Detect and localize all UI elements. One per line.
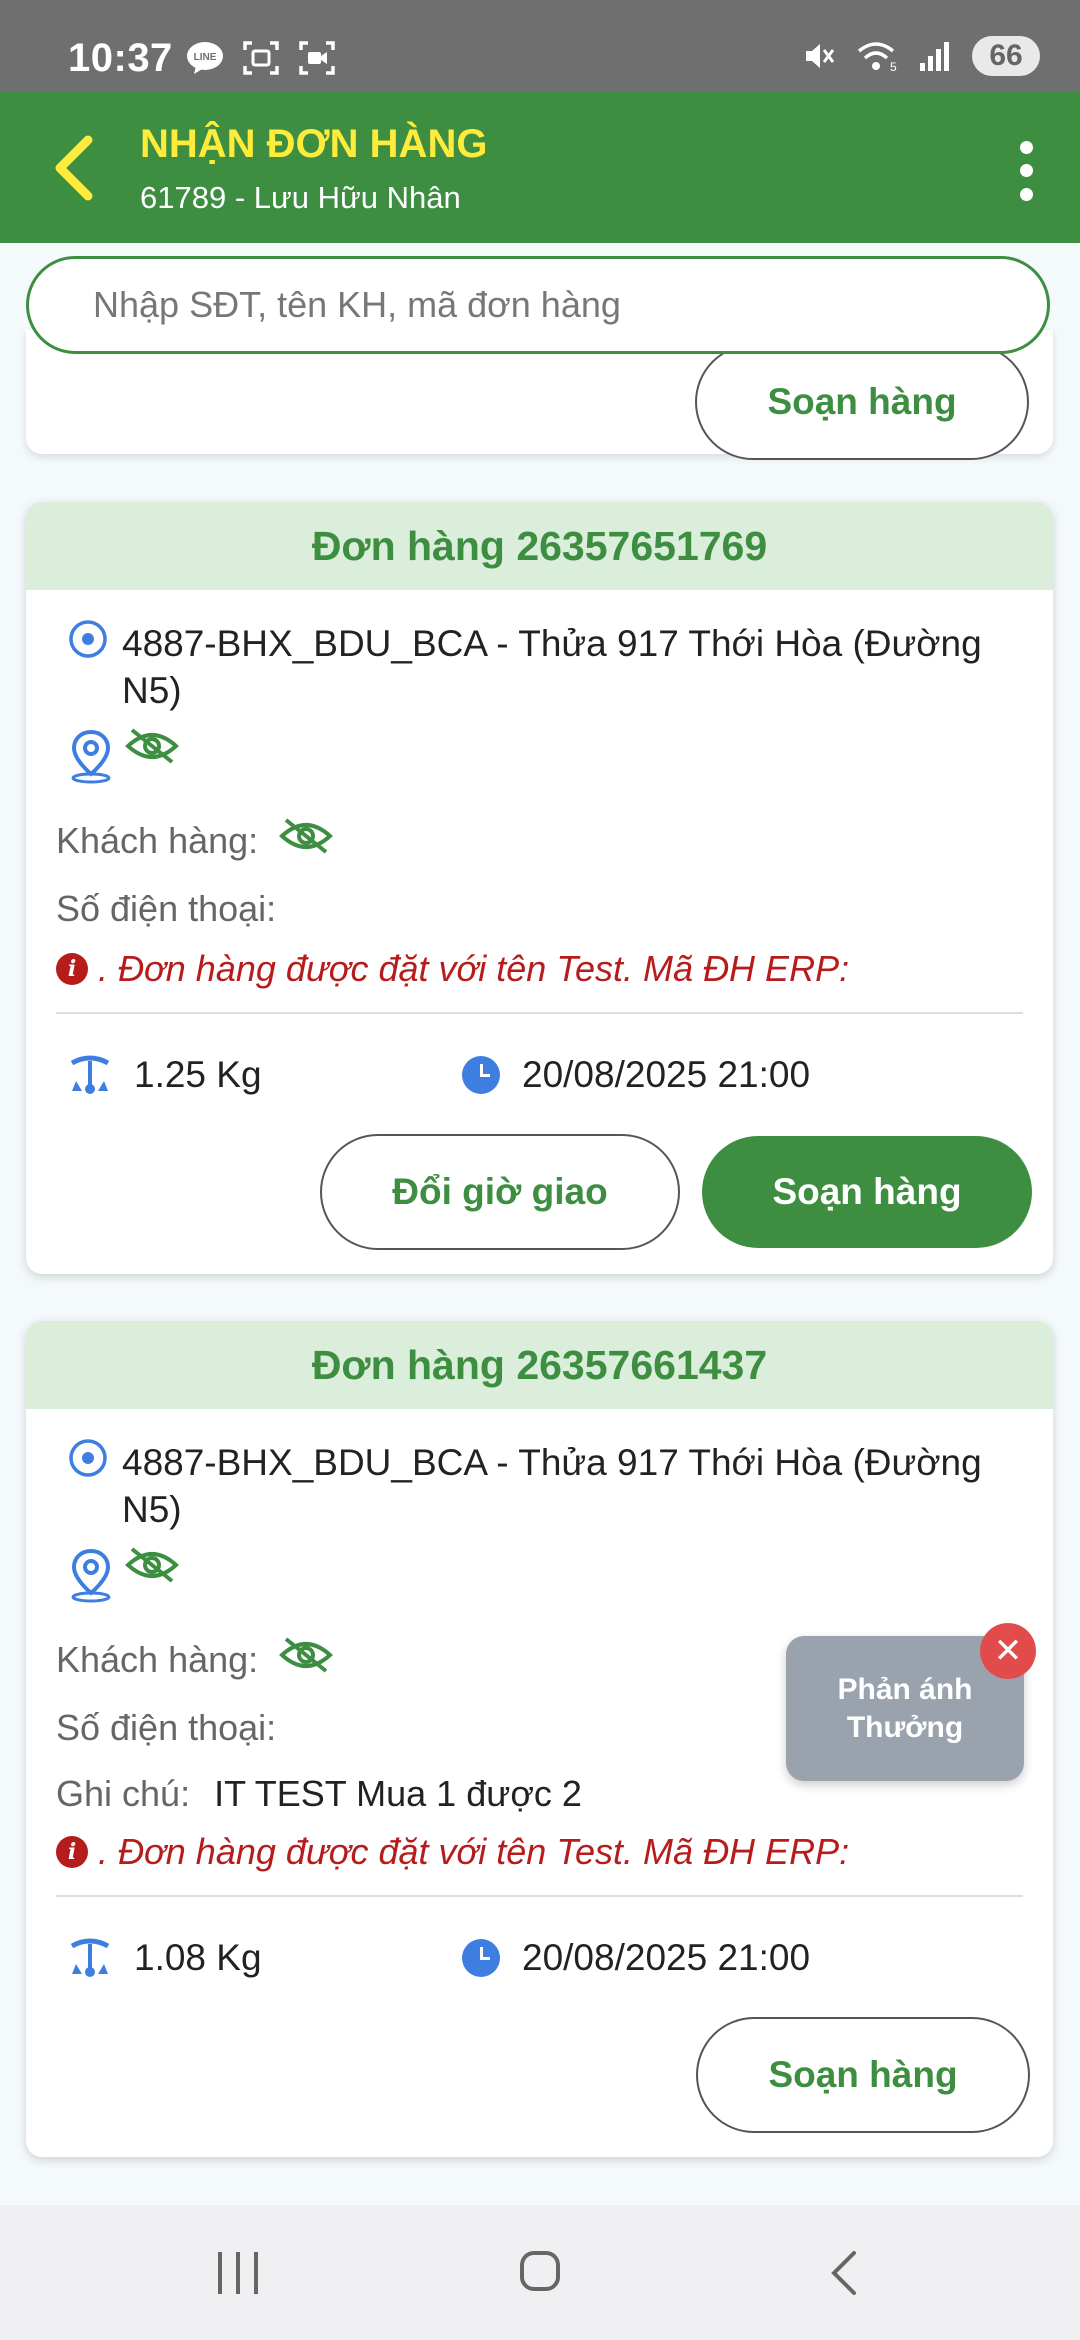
store-target-icon	[69, 1439, 107, 1477]
wifi-icon: 5	[857, 42, 897, 73]
customer-label: Khách hàng:	[56, 1639, 259, 1680]
info-icon: i	[56, 953, 88, 985]
feedback-line2: Thưởng	[846, 1710, 964, 1744]
scale-icon	[70, 1055, 110, 1094]
weight-value: 1.08 Kg	[134, 1937, 262, 1978]
change-delivery-time-button[interactable]: Đổi giờ giao	[320, 1134, 680, 1250]
prepare-order-button[interactable]: Soạn hàng	[696, 2017, 1030, 2133]
store-target-icon	[69, 620, 107, 658]
phone-label: Số điện thoại:	[56, 1707, 277, 1748]
menu-dot-icon	[1019, 187, 1033, 201]
app-header: NHẬN ĐƠN HÀNG 61789 - Lưu Hữu Nhân	[0, 92, 1080, 243]
divider	[56, 1012, 1023, 1014]
mute-icon	[806, 44, 835, 68]
hide-customer-icon[interactable]	[278, 814, 334, 858]
hide-location-icon[interactable]	[124, 1543, 180, 1587]
note-label: Ghi chú:	[56, 1773, 191, 1814]
order-warning: i . Đơn hàng được đặt với tên Test. Mã Đ…	[56, 1831, 849, 1873]
note-value: IT TEST Mua 1 được 2	[214, 1773, 582, 1814]
order-address: 4887-BHX_BDU_BCA - Thửa 917 Thới Hòa (Đư…	[122, 1442, 982, 1530]
hide-location-icon[interactable]	[124, 724, 180, 768]
weight-info: 1.25 Kg	[68, 1054, 262, 1096]
back-nav-icon[interactable]	[826, 2247, 862, 2299]
home-button[interactable]	[520, 2251, 560, 2291]
svg-text:5: 5	[890, 60, 897, 73]
info-icon: i	[56, 1836, 88, 1868]
prepare-order-button[interactable]: Soạn hàng	[702, 1136, 1032, 1248]
status-time: 10:37	[68, 36, 173, 80]
feedback-line1: Phản ánh	[837, 1672, 973, 1706]
delivery-time: 20/08/2025 21:00	[522, 1937, 811, 1978]
recent-bar-icon	[236, 2252, 240, 2294]
line-icon: LINE	[187, 42, 223, 74]
order-warning: i . Đơn hàng được đặt với tên Test. Mã Đ…	[56, 948, 849, 990]
weight-value: 1.25 Kg	[134, 1054, 262, 1095]
recent-bar-icon	[218, 2252, 222, 2294]
close-icon[interactable]: ✕	[980, 1623, 1036, 1679]
location-pin-icon[interactable]	[68, 728, 114, 784]
recent-apps-button[interactable]	[218, 2252, 258, 2294]
time-info: 20/08/2025 21:00	[462, 1054, 810, 1096]
page-title: NHẬN ĐƠN HÀNG	[140, 122, 488, 166]
menu-dot-icon	[1019, 141, 1033, 155]
more-options-button[interactable]	[1008, 136, 1044, 206]
prepare-order-button[interactable]: Soạn hàng	[695, 344, 1029, 460]
status-bar: 10:37 LINE 5 66	[0, 0, 1080, 92]
note-row: Ghi chú: IT TEST Mua 1 được 2	[56, 1773, 582, 1815]
phone-label: Số điện thoại:	[56, 888, 277, 929]
customer-label: Khách hàng:	[56, 820, 259, 861]
clock-icon	[462, 1056, 500, 1094]
warning-text: . Đơn hàng được đặt với tên Test. Mã ĐH …	[98, 1831, 850, 1872]
time-info: 20/08/2025 21:00	[462, 1937, 810, 1979]
divider	[56, 1895, 1023, 1897]
page-subtitle: 61789 - Lưu Hữu Nhân	[140, 180, 461, 215]
order-card: Đơn hàng 26357651769 4887-BHX_BDU_BCA - …	[26, 502, 1053, 1274]
svg-text:LINE: LINE	[194, 52, 217, 63]
signal-icon	[920, 42, 949, 71]
search-input[interactable]: Nhập SĐT, tên KH, mã đơn hàng	[26, 256, 1050, 354]
screenshot-icon	[243, 41, 279, 75]
battery-indicator: 66	[972, 36, 1040, 76]
recent-bar-icon	[254, 2252, 258, 2294]
hide-customer-icon[interactable]	[278, 1633, 334, 1677]
weight-info: 1.08 Kg	[68, 1937, 262, 1979]
system-nav-bar	[0, 2205, 1080, 2340]
scale-icon	[70, 1938, 110, 1977]
status-right-icons: 5 66	[802, 36, 1040, 76]
warning-text: . Đơn hàng được đặt với tên Test. Mã ĐH …	[98, 948, 850, 989]
delivery-time: 20/08/2025 21:00	[522, 1054, 811, 1095]
status-left-icons: LINE	[186, 40, 336, 76]
order-title: Đơn hàng 26357651769	[26, 502, 1053, 590]
menu-dot-icon	[1019, 164, 1033, 178]
back-arrow-icon	[55, 135, 93, 201]
clock-icon	[462, 1939, 500, 1977]
order-title: Đơn hàng 26357661437	[26, 1321, 1053, 1409]
screen-record-icon	[299, 41, 335, 75]
location-pin-icon[interactable]	[68, 1547, 114, 1603]
back-button[interactable]	[44, 128, 104, 208]
order-address: 4887-BHX_BDU_BCA - Thửa 917 Thới Hòa (Đư…	[122, 623, 982, 711]
